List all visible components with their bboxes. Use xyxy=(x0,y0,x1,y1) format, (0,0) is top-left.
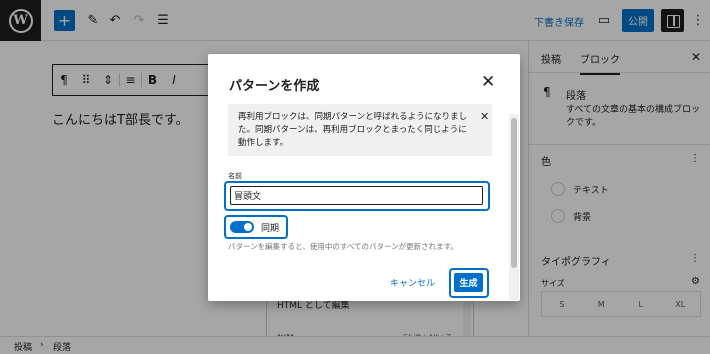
modal-close-icon[interactable]: ✕ xyxy=(481,72,495,92)
notice-text: 再利用ブロックは、同期パターンと呼ばれるようになりました。同期パターンは、再利用… xyxy=(238,112,468,148)
cancel-button[interactable]: キャンセル xyxy=(390,276,435,289)
sync-toggle[interactable] xyxy=(230,221,254,233)
modal-scrollbar-thumb[interactable] xyxy=(511,118,517,268)
create-button-highlight: 生成 xyxy=(449,268,489,298)
modal-title: パターンを作成 xyxy=(229,79,320,94)
sync-label: 同期 xyxy=(261,224,280,234)
modal-scrollbar[interactable] xyxy=(509,114,519,300)
pattern-name-input[interactable] xyxy=(230,186,483,205)
sync-toggle-highlight: 同期 xyxy=(224,215,288,239)
create-button[interactable]: 生成 xyxy=(454,273,483,292)
name-field-highlight xyxy=(224,181,490,211)
name-field-label: 名前 xyxy=(228,172,242,180)
sync-help-text: パターンを編集すると、使用中のすべてのパターンが更新されます。 xyxy=(228,242,458,251)
notice-box: 再利用ブロックは、同期パターンと呼ばれるようになりました。同期パターンは、再利用… xyxy=(228,104,492,156)
notice-dismiss-icon[interactable]: ✕ xyxy=(480,110,489,123)
create-pattern-modal: パターンを作成 ✕ 再利用ブロックは、同期パターンと呼ばれるようになりました。同… xyxy=(208,54,520,301)
